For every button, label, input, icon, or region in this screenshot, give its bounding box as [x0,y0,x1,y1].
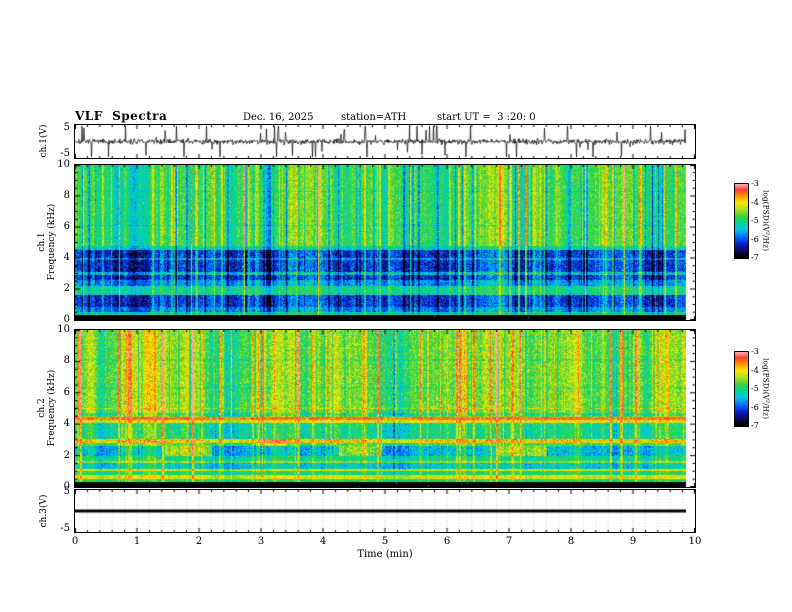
colorbar-tick-label: -4 [751,366,759,375]
colorbar-tick-label: -3 [751,347,759,356]
colorbar-ch2-label: log(PSD)(V²/Hz) [761,357,771,420]
start-ut-label: start UT = 3 :20: 0 [437,112,536,123]
y-tick-label: 4 [63,252,70,263]
colorbar-tick-label: -4 [751,198,759,207]
y-tick-label: 4 [63,418,70,429]
x-tick-label: 6 [443,536,451,547]
x-tick-label: 9 [629,536,637,547]
time-axis-label: Time (min) [357,549,413,560]
figure-title: VLF Spectra [75,109,168,123]
colorbar-ch2 [734,351,749,427]
ch3-waveform-panel [74,489,696,533]
y-tick-label: 5 [63,486,70,497]
colorbar-tick-label: -6 [751,403,759,412]
y-tick-label: -5 [60,148,70,159]
ch1-spectrogram-panel [74,164,696,321]
y-tick-label: 8 [63,355,70,366]
ch2-spectrogram-canvas [75,330,695,487]
y-tick-label: 2 [63,450,70,461]
colorbar-tick-label: -7 [751,421,759,430]
colorbar-ch1-canvas [735,184,748,258]
y-tick-label: 6 [63,387,70,398]
y-tick-label: -5 [60,523,70,534]
ch2-spectrogram-panel [74,329,696,488]
figure-date: Dec. 16, 2025 [243,112,314,123]
x-tick-label: 7 [505,536,513,547]
ch3-waveform-canvas [75,490,695,532]
y-tick-label: 10 [57,159,70,170]
ch1-waveform-canvas [75,125,695,158]
colorbar-tick-label: -7 [751,253,759,262]
y-tick-label: 5 [63,122,70,133]
x-tick-label: 1 [133,536,141,547]
y-tick-label: 6 [63,221,70,232]
x-tick-label: 0 [71,536,79,547]
x-tick-label: 5 [381,536,389,547]
station-label: station=ATH [341,112,407,123]
x-tick-label: 4 [319,536,327,547]
x-tick-label: 2 [195,536,203,547]
x-tick-label: 3 [257,536,265,547]
colorbar-ch2-canvas [735,352,748,426]
colorbar-tick-label: -3 [751,179,759,188]
x-tick-label: 8 [567,536,575,547]
ch1-waveform-panel [74,124,696,159]
colorbar-tick-label: -6 [751,235,759,244]
y-tick-label: 8 [63,190,70,201]
vlf-spectra-figure: VLF Spectra Dec. 16, 2025 station=ATH st… [0,0,792,612]
y-tick-label: 10 [57,324,70,335]
colorbar-tick-label: -5 [751,216,759,225]
y-tick-label: 2 [63,283,70,294]
colorbar-ch1-label: log(PSD)(V²/Hz) [761,189,771,252]
colorbar-tick-label: -5 [751,384,759,393]
x-tick-label: 10 [688,536,702,547]
colorbar-ch1 [734,183,749,259]
ch1-spectrogram-canvas [75,165,695,320]
